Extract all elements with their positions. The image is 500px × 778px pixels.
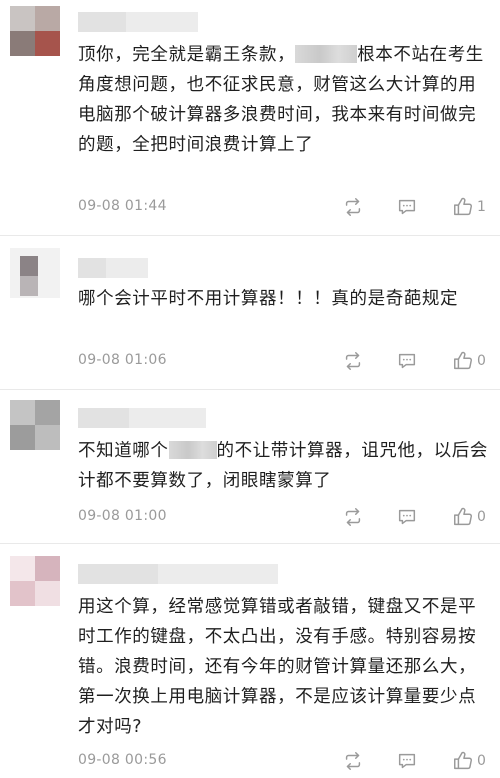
- avatar[interactable]: [10, 400, 60, 450]
- thumbs-up-icon: [454, 751, 472, 770]
- like-button[interactable]: 0: [452, 350, 486, 372]
- reply-button[interactable]: [396, 350, 418, 372]
- comment-feed: 顶你，完全就是霸王条款， 根本不站在考生角度想问题，也不征求民意，财管这么大计算的…: [0, 0, 500, 778]
- reply-icon: [398, 199, 416, 215]
- repost-button[interactable]: [342, 750, 364, 772]
- comment-footer: 09-08 01:44 1: [78, 196, 488, 218]
- avatar[interactable]: [10, 248, 60, 298]
- like-button[interactable]: 0: [452, 506, 486, 528]
- reply-icon: [398, 353, 416, 369]
- username-redacted[interactable]: [78, 564, 278, 584]
- comment-footer: 09-08 01:06 0: [78, 350, 488, 372]
- reply-button[interactable]: [396, 196, 418, 218]
- avatar[interactable]: [10, 6, 60, 56]
- reply-button[interactable]: [396, 750, 418, 772]
- thumbs-up-icon: [454, 197, 472, 216]
- repost-icon: [345, 752, 361, 770]
- comment-time: 09-08 01:00: [78, 508, 167, 524]
- username-redacted[interactable]: [78, 12, 198, 32]
- repost-icon: [345, 508, 361, 526]
- like-button[interactable]: 0: [452, 750, 486, 772]
- reply-button[interactable]: [396, 506, 418, 528]
- like-count: 0: [477, 353, 486, 369]
- comment-time: 09-08 00:56: [78, 752, 167, 768]
- comment-text: 顶你，完全就是霸王条款， 根本不站在考生角度想问题，也不征求民意，财管这么大计算的…: [78, 45, 484, 155]
- comment-item: 不知道哪个 的不让带计算器，诅咒他，以后会计都不要算数了，闭眼瞎蒙算了 09-08…: [0, 390, 500, 544]
- redacted-text: [168, 441, 217, 459]
- repost-button[interactable]: [342, 196, 364, 218]
- comment-text: 哪个会计平时不用计算器！！！真的是奇葩规定: [78, 289, 459, 309]
- avatar[interactable]: [10, 556, 60, 606]
- username-redacted[interactable]: [78, 258, 148, 278]
- repost-icon: [345, 198, 361, 216]
- repost-button[interactable]: [342, 506, 364, 528]
- thumbs-up-icon: [454, 507, 472, 526]
- reply-icon: [398, 509, 416, 525]
- comment-time: 09-08 01:06: [78, 352, 167, 368]
- repost-button[interactable]: [342, 350, 364, 372]
- comment-text: 不知道哪个 的不让带计算器，诅咒他，以后会计都不要算数了，闭眼瞎蒙算了: [78, 441, 488, 491]
- comment-footer: 09-08 01:00 0: [78, 506, 488, 528]
- reply-icon: [398, 753, 416, 769]
- comment-footer: 09-08 00:56 0: [78, 750, 488, 772]
- comment-item: 顶你，完全就是霸王条款， 根本不站在考生角度想问题，也不征求民意，财管这么大计算的…: [0, 0, 500, 236]
- comment-time: 09-08 01:44: [78, 198, 167, 214]
- like-count: 0: [477, 753, 486, 769]
- comment-text: 用这个算，经常感觉算错或者敲错，键盘又不是平时工作的键盘，不太凸出，没有手感。特…: [78, 597, 477, 737]
- like-count: 0: [477, 509, 486, 525]
- repost-icon: [345, 352, 361, 370]
- comment-item: 哪个会计平时不用计算器！！！真的是奇葩规定 09-08 01:06 0: [0, 236, 500, 390]
- like-button[interactable]: 1: [452, 196, 486, 218]
- like-count: 1: [477, 199, 486, 215]
- redacted-text: [295, 45, 358, 63]
- username-redacted[interactable]: [78, 408, 206, 428]
- thumbs-up-icon: [454, 351, 472, 370]
- comment-item: 用这个算，经常感觉算错或者敲错，键盘又不是平时工作的键盘，不太凸出，没有手感。特…: [0, 544, 500, 778]
